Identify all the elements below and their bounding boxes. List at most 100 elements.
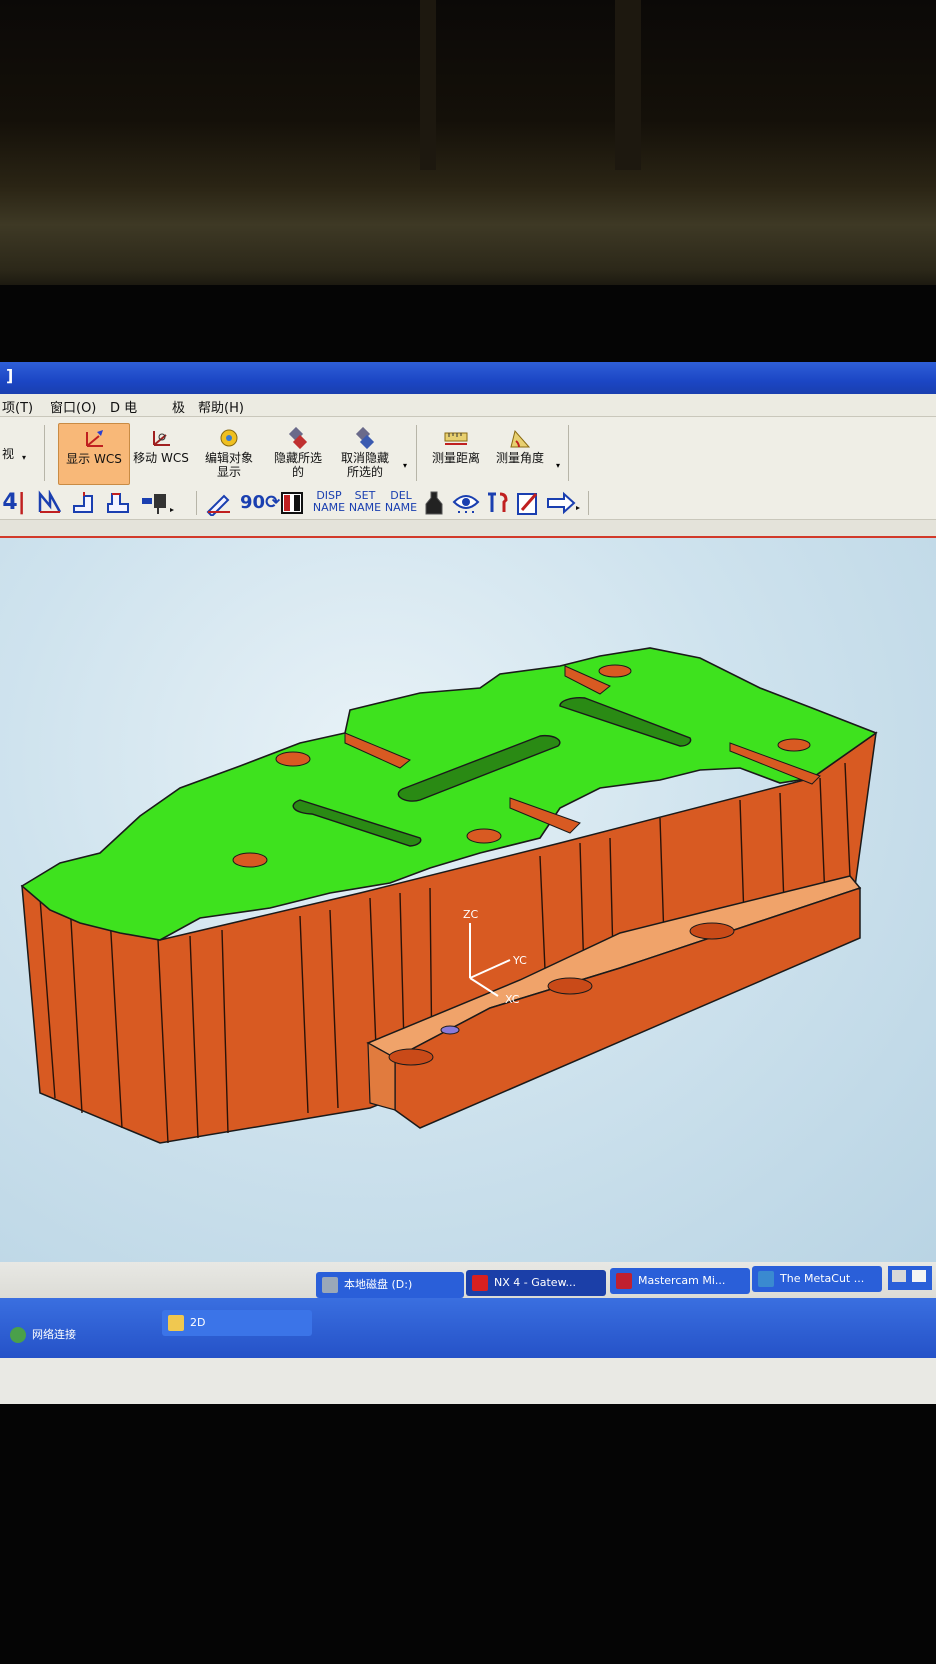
room-background: [0, 0, 936, 300]
flange-hole: [388, 1048, 434, 1066]
toolbar-separator: [416, 425, 417, 481]
hide-selected-button[interactable]: 隐藏所选的: [266, 423, 330, 483]
flange-hole: [547, 977, 593, 995]
disp-name-button[interactable]: DISP NAME: [312, 490, 346, 516]
del-name-button[interactable]: DEL NAME: [384, 490, 418, 516]
top-hole: [598, 664, 632, 678]
edit-object-display-icon: [220, 429, 238, 447]
edit-object-display-button[interactable]: 编辑对象显示: [196, 423, 262, 483]
tray-icon[interactable]: [912, 1270, 926, 1282]
task-label: 本地磁盘 (D:): [344, 1278, 413, 1291]
toolbar-separator: [588, 491, 589, 515]
measure-angle-icon: [510, 429, 531, 448]
set-name-button[interactable]: SET NAME: [348, 490, 382, 516]
eye-icon[interactable]: [452, 490, 480, 516]
move-wcs-button[interactable]: 移动 WCS: [130, 423, 192, 483]
toolbar-separator: [568, 425, 569, 481]
top-hole: [466, 828, 502, 844]
window-titlebar[interactable]: ]: [0, 362, 936, 394]
flange-small-hole: [440, 1025, 460, 1035]
metacut-icon: [758, 1271, 774, 1287]
rotate-90-label: 90: [240, 492, 266, 513]
menu-item-ji[interactable]: 极: [172, 397, 185, 416]
toolbar-secondary: 4| 90⟳ DISP NAME SET NAME DEL NAME: [0, 487, 936, 520]
task-mastercam[interactable]: Mastercam Mi...: [610, 1268, 750, 1294]
unhide-selected-button[interactable]: 取消隐藏所选的: [334, 423, 396, 483]
measure-distance-icon: [444, 432, 468, 445]
nx-app-icon: [472, 1275, 488, 1291]
set-name-bottom: NAME: [348, 501, 382, 514]
task-metacut[interactable]: The MetaCut ...: [752, 1266, 882, 1292]
menu-bar: 项(T) 窗口(O) D 电 极 帮助(H): [0, 394, 936, 417]
menu-item-window[interactable]: 窗口(O): [50, 397, 96, 416]
menu-item-help[interactable]: 帮助(H): [198, 397, 244, 416]
top-hole: [777, 738, 811, 752]
task-label: Mastercam Mi...: [638, 1274, 726, 1287]
wcs-move-icon: [153, 431, 170, 446]
arrow-right-icon[interactable]: [546, 490, 582, 516]
step-tool-icon[interactable]: [36, 489, 64, 516]
hide-selected-label: 隐藏所选的: [273, 451, 322, 479]
profile-tool-icon[interactable]: [70, 490, 98, 516]
task-label: 2D: [190, 1316, 206, 1329]
toolbar-utility: 视 ▾ 显示 WCS 移动 WCS 编辑对象显示 隐藏所选的 取消隐藏所选的 ▾: [0, 417, 936, 487]
wall-post: [420, 0, 436, 170]
task-2d-folder[interactable]: 2D: [162, 1310, 312, 1336]
move-wcs-label: 移动 WCS: [133, 451, 189, 465]
cad-part-model: ZC YC XC: [20, 647, 878, 1144]
flange-hole: [689, 922, 735, 940]
measure-distance-button[interactable]: 测量距离: [424, 423, 488, 483]
task-label: 网络连接: [32, 1328, 76, 1341]
windows-taskbar: 本地磁盘 (D:) NX 4 - Gatew... Mastercam Mi..…: [0, 1262, 936, 1404]
task-network-connections[interactable]: 网络连接: [4, 1322, 154, 1348]
chevron-down-icon: ▾: [22, 453, 27, 462]
measure-distance-label: 测量距离: [431, 451, 480, 465]
measure-angle-label: 测量角度: [495, 451, 544, 465]
del-name-bottom: NAME: [384, 501, 418, 514]
status-strip: [0, 520, 936, 538]
menu-item-options[interactable]: 项(T): [2, 397, 33, 416]
monitor-screen: ] 项(T) 窗口(O) D 电 极 帮助(H) 视 ▾ 显示 WCS 移动 W…: [0, 362, 936, 1404]
edit-note-icon[interactable]: [514, 490, 542, 516]
unhide-selected-label: 取消隐藏所选的: [340, 451, 389, 479]
task-label: The MetaCut ...: [780, 1272, 865, 1285]
axis-label-zc: ZC: [463, 908, 479, 921]
chevron-down-icon[interactable]: ▾: [403, 461, 407, 470]
task-label: NX 4 - Gatew...: [494, 1276, 577, 1289]
tools-icon[interactable]: [484, 490, 512, 516]
tray-area: [888, 1266, 932, 1290]
view-dropdown-label: 视: [2, 447, 15, 461]
bottle-icon[interactable]: [420, 490, 448, 516]
graphics-viewport[interactable]: ZC YC XC: [0, 538, 936, 1268]
drive-icon: [322, 1277, 338, 1293]
wall-post: [615, 0, 641, 170]
toolbar-separator: [44, 425, 45, 481]
measure-angle-button[interactable]: 测量角度: [490, 423, 550, 483]
view-dropdown[interactable]: 视 ▾: [0, 423, 40, 483]
chevron-down-icon[interactable]: ▾: [556, 461, 560, 470]
rotate-90-button[interactable]: 90⟳: [240, 490, 280, 516]
edit-pencil-icon[interactable]: [204, 490, 232, 518]
toolbar-separator: [196, 491, 197, 515]
tray-icon[interactable]: [892, 1270, 906, 1282]
disp-name-bottom: NAME: [312, 501, 346, 514]
axis-label-yc: YC: [512, 954, 527, 967]
task-nx4-gateway[interactable]: NX 4 - Gatew...: [466, 1270, 606, 1296]
network-icon: [10, 1327, 26, 1343]
menu-item-d[interactable]: D 电: [110, 397, 137, 416]
layer-4-icon[interactable]: 4|: [0, 490, 28, 516]
axis-label-xc: XC: [505, 993, 520, 1006]
unhide-selected-icon: [355, 427, 375, 449]
mastercam-icon: [616, 1273, 632, 1289]
tool-holder-icon[interactable]: [138, 490, 178, 516]
split-view-icon[interactable]: [278, 490, 306, 516]
pocket-tool-icon[interactable]: [104, 490, 132, 516]
hide-selected-icon: [288, 427, 308, 449]
wcs-display-icon: [86, 430, 103, 447]
display-wcs-button[interactable]: 显示 WCS: [58, 423, 130, 485]
folder-icon: [168, 1315, 184, 1331]
top-hole: [275, 751, 311, 767]
window-title: ]: [6, 366, 14, 385]
display-wcs-label: 显示 WCS: [66, 452, 122, 466]
task-local-disk-d[interactable]: 本地磁盘 (D:): [316, 1272, 464, 1298]
